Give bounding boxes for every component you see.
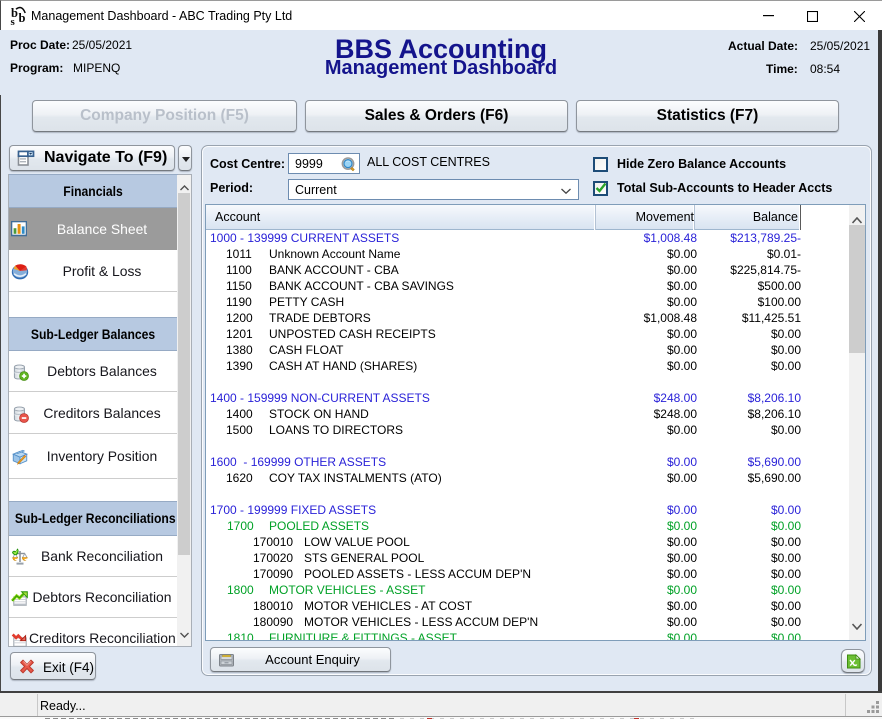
svg-text:s: s <box>11 16 16 27</box>
